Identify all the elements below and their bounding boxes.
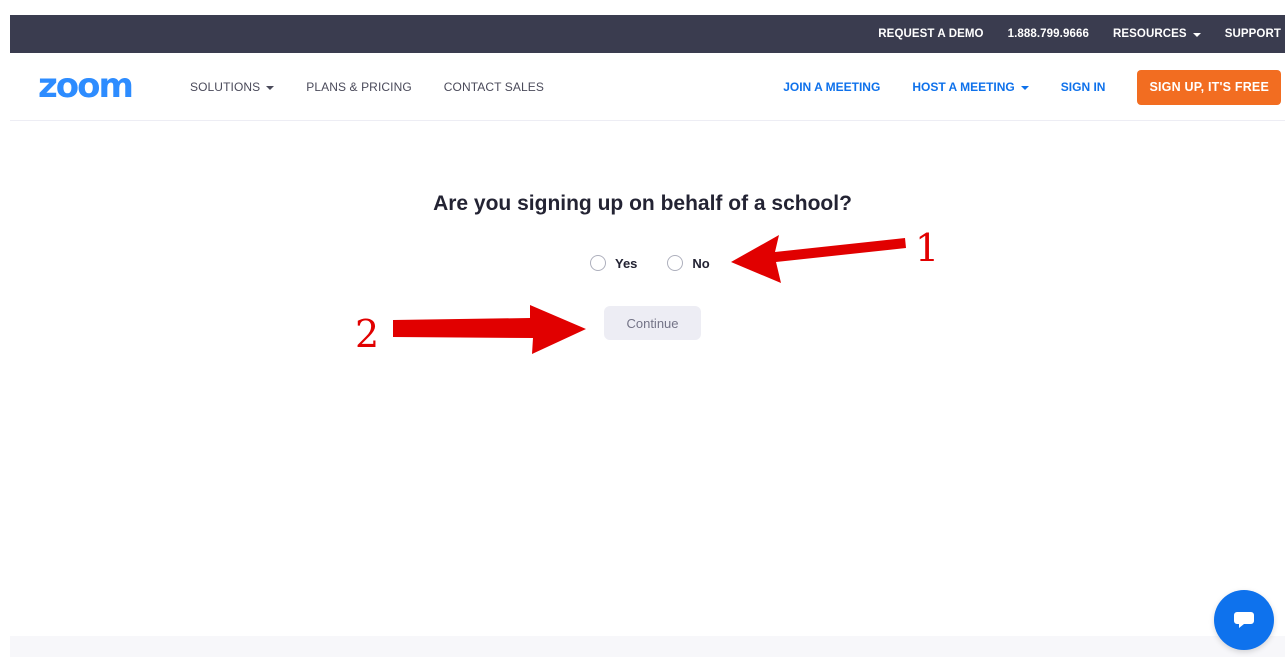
request-demo-link[interactable]: REQUEST A DEMO: [878, 28, 983, 40]
continue-button[interactable]: Continue: [604, 306, 701, 340]
resources-menu[interactable]: RESOURCES: [1113, 28, 1201, 40]
signup-button[interactable]: SIGN UP, IT'S FREE: [1137, 69, 1281, 105]
chevron-down-icon: [266, 85, 275, 90]
arrow-1: [731, 235, 906, 283]
nav-right-links: JOIN A MEETING HOST A MEETING SIGN IN SI…: [751, 53, 1281, 121]
radio-no[interactable]: [667, 255, 684, 271]
annotation-label-2: 2: [355, 312, 380, 356]
phone-number[interactable]: 1.888.799.9666: [1008, 28, 1089, 40]
annotation-label-1: 1: [915, 226, 940, 270]
footer-strip: [10, 636, 1285, 657]
support-link[interactable]: SUPPORT: [1225, 28, 1281, 40]
radio-yes[interactable]: [590, 255, 606, 271]
radio-option-yes[interactable]: Yes: [590, 255, 637, 271]
solutions-label: SOLUTIONS: [190, 80, 261, 94]
sign-in-link[interactable]: SIGN IN: [1061, 80, 1106, 94]
resources-label: RESOURCES: [1112, 28, 1187, 40]
chat-bubble-icon: [1234, 612, 1254, 628]
contact-sales-link[interactable]: CONTACT SALES: [444, 80, 544, 94]
chevron-down-icon: [1020, 85, 1029, 90]
school-radio-group: Yes No: [590, 255, 740, 271]
host-meeting-menu[interactable]: HOST A MEETING: [912, 80, 1029, 94]
chevron-down-icon: [1192, 32, 1201, 37]
join-meeting-link[interactable]: JOIN A MEETING: [783, 80, 880, 94]
zoom-logo[interactable]: zoom: [38, 69, 134, 103]
top-utility-bar: REQUEST A DEMO 1.888.799.9666 RESOURCES …: [10, 15, 1285, 53]
solutions-menu[interactable]: SOLUTIONS: [190, 80, 275, 94]
page: REQUEST A DEMO 1.888.799.9666 RESOURCES …: [0, 0, 1285, 657]
left-margin: [0, 0, 10, 657]
chat-button[interactable]: [1214, 590, 1274, 650]
page-title: Are you signing up on behalf of a school…: [433, 192, 852, 215]
plans-pricing-link[interactable]: PLANS & PRICING: [306, 80, 412, 94]
main-nav: zoom SOLUTIONS PLANS & PRICING CONTACT S…: [10, 53, 1285, 121]
radio-option-no[interactable]: No: [667, 255, 710, 271]
nav-left-links: SOLUTIONS PLANS & PRICING CONTACT SALES: [190, 53, 576, 121]
arrow-2: [393, 305, 586, 354]
host-meeting-label: HOST A MEETING: [912, 80, 1015, 94]
radio-yes-label: Yes: [615, 255, 638, 271]
radio-no-label: No: [692, 255, 710, 271]
